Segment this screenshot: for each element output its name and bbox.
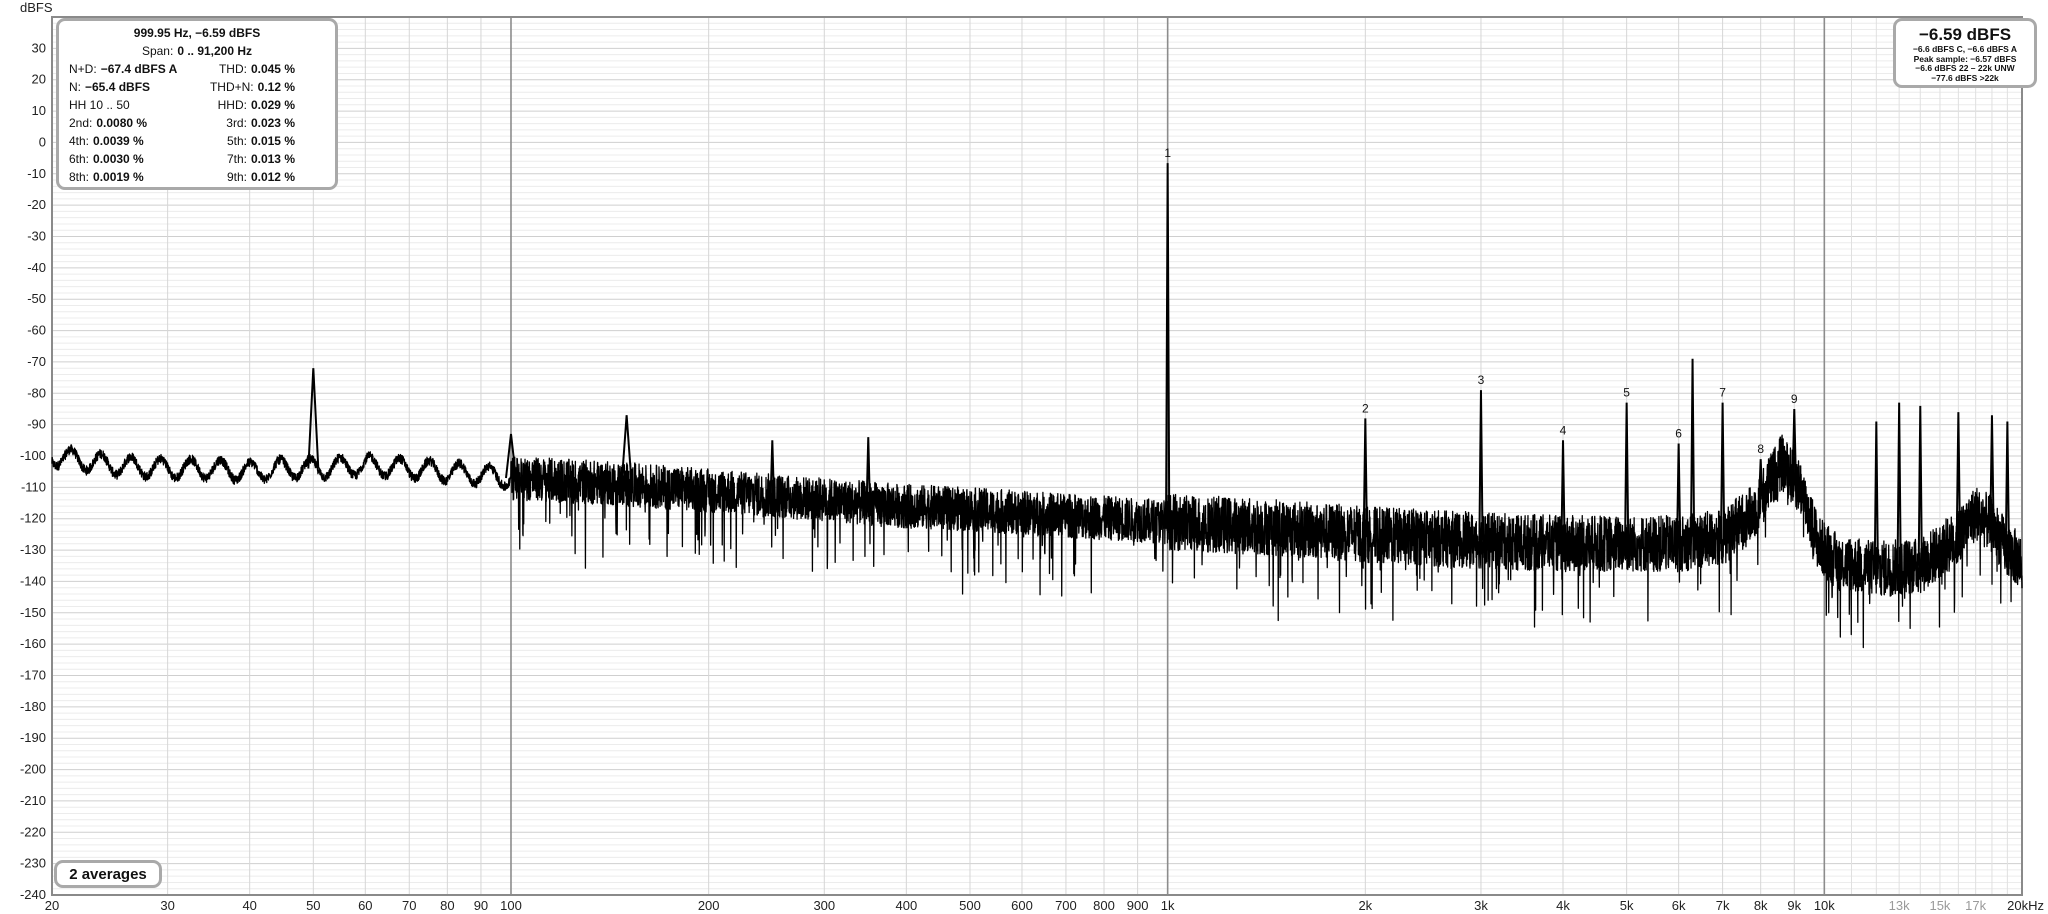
y-tick-label: -230 — [20, 856, 46, 871]
x-tick-label: 1k — [1161, 898, 1175, 913]
x-tick-label: 3k — [1474, 898, 1488, 913]
stats-row: N+D: −67.4 dBFS A THD: 0.045 % — [69, 62, 295, 76]
y-tick-label: -200 — [20, 762, 46, 777]
x-tick-label: 10k — [1814, 898, 1835, 913]
harmonic-label: 3 — [1478, 373, 1485, 387]
x-tick-label: 30 — [160, 898, 174, 913]
harmonic-label: 8 — [1757, 442, 1764, 456]
harmonic-label: 5 — [1623, 386, 1630, 400]
stats-row: N: −65.4 dBFS THD+N: 0.12 % — [69, 80, 295, 94]
y-tick-label: 20 — [32, 72, 46, 87]
x-tick-label: 13k — [1889, 898, 1910, 913]
harmonic-label: 2 — [1362, 401, 1369, 415]
y-tick-label: -50 — [27, 291, 46, 306]
y-tick-label: -240 — [20, 887, 46, 902]
x-tick-label: 80 — [440, 898, 454, 913]
x-tick-label: 40 — [242, 898, 256, 913]
y-tick-label: 30 — [32, 40, 46, 55]
y-tick-label: 10 — [32, 103, 46, 118]
y-tick-label: -210 — [20, 793, 46, 808]
x-tick-label: 2k — [1358, 898, 1372, 913]
y-tick-label: -70 — [27, 354, 46, 369]
x-tick-label: 900 — [1127, 898, 1149, 913]
stats-row: 2nd: 0.0080 % 3rd: 0.023 % — [69, 116, 295, 130]
x-tick-label: 8k — [1754, 898, 1768, 913]
y-tick-label: -30 — [27, 229, 46, 244]
y-tick-label: -140 — [20, 573, 46, 588]
spectrum-trace — [51, 434, 2023, 649]
x-tick-label: 17k — [1965, 898, 1986, 913]
grid — [51, 16, 2023, 896]
x-tick-label: 7k — [1716, 898, 1730, 913]
y-tick-label: -220 — [20, 824, 46, 839]
x-tick-label: 90 — [474, 898, 488, 913]
x-tick-label: 20 — [45, 898, 59, 913]
y-tick-label: -20 — [27, 197, 46, 212]
measurement-panel[interactable]: 999.95 Hz, −6.59 dBFS Span: 0 .. 91,200 H… — [56, 18, 338, 190]
x-tick-label: 100 — [500, 898, 522, 913]
y-tick-label: -180 — [20, 699, 46, 714]
y-tick-label: -150 — [20, 605, 46, 620]
y-tick-label: -120 — [20, 511, 46, 526]
x-tick-label: 70 — [402, 898, 416, 913]
stats-row: 6th: 0.0030 % 7th: 0.013 % — [69, 152, 295, 166]
x-tick-label: 400 — [895, 898, 917, 913]
x-tick-label: 500 — [959, 898, 981, 913]
stats-row: 8th: 0.0019 % 9th: 0.012 % — [69, 170, 295, 184]
y-tick-label: 0 — [39, 134, 46, 149]
stats-header: 999.95 Hz, −6.59 dBFS — [133, 26, 261, 40]
y-tick-label: -100 — [20, 448, 46, 463]
x-tick-label: 20kHz — [2007, 898, 2044, 913]
x-tick-label: 50 — [306, 898, 320, 913]
y-tick-label: -10 — [27, 166, 46, 181]
x-tick-label: 200 — [698, 898, 720, 913]
y-tick-label: -160 — [20, 636, 46, 651]
y-tick-label: -90 — [27, 417, 46, 432]
x-tick-label: 600 — [1011, 898, 1033, 913]
x-tick-label: 60 — [358, 898, 372, 913]
level-main-value: −6.59 dBFS — [1918, 25, 2012, 44]
harmonic-label: 7 — [1719, 386, 1726, 400]
y-tick-label: -190 — [20, 730, 46, 745]
stats-row: HH 10 .. 50 HHD: 0.029 % — [69, 98, 295, 112]
y-axis: 30 20 10 0 -10 -20 -30 -40 -50 -60 -70 -80 -90 -100 -1… — [20, 40, 46, 902]
averages-label: 2 averages — [69, 865, 147, 883]
averages-badge[interactable]: 2 averages — [54, 860, 162, 888]
x-tick-label: 4k — [1556, 898, 1570, 913]
harmonic-label: 9 — [1791, 392, 1798, 406]
level-readout-panel[interactable]: −6.59 dBFS −6.6 dBFS C, −6.6 dBFS A Peak… — [1893, 18, 2037, 88]
x-tick-label: 6k — [1672, 898, 1686, 913]
y-tick-label: -60 — [27, 323, 46, 338]
x-axis: 20 30 40 50 60 70 80 90 100 200 300 400 500 600 700 800… — [45, 898, 2044, 913]
level-line: −77.6 dBFS >22k — [1931, 72, 1999, 83]
stats-row: 4th: 0.0039 % 5th: 0.015 % — [69, 134, 295, 148]
y-tick-label: -40 — [27, 260, 46, 275]
harmonic-label: 4 — [1560, 423, 1567, 437]
y-axis-label: dBFS — [20, 0, 53, 15]
y-tick-label: -110 — [21, 479, 46, 494]
y-tick-label: -130 — [20, 542, 46, 557]
x-tick-label: 800 — [1093, 898, 1115, 913]
x-tick-label: 15k — [1929, 898, 1950, 913]
x-tick-label: 5k — [1620, 898, 1634, 913]
harmonic-label: 1 — [1164, 146, 1171, 160]
stats-span: Span: 0 .. 91,200 Hz — [141, 44, 253, 58]
x-tick-label: 9k — [1787, 898, 1801, 913]
x-tick-label: 300 — [813, 898, 835, 913]
y-tick-label: -80 — [27, 385, 46, 400]
x-tick-label: 700 — [1055, 898, 1077, 913]
harmonic-label: 6 — [1675, 426, 1682, 440]
y-tick-label: -170 — [20, 668, 46, 683]
